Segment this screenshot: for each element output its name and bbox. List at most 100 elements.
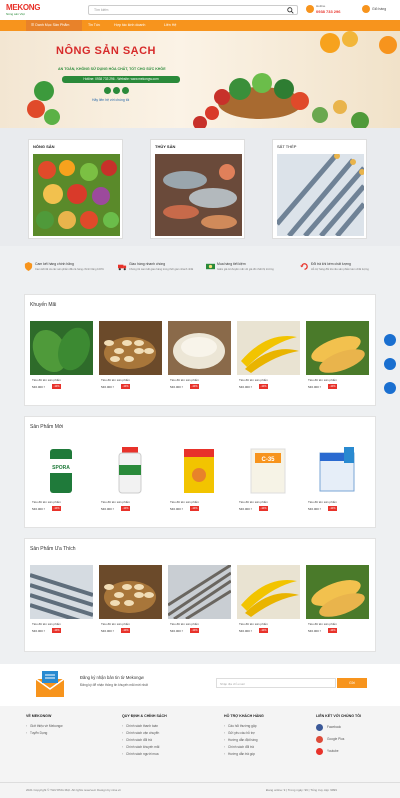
youtube-icon[interactable] (122, 87, 129, 94)
feature-desc: Cam kết tất cả các sản phẩm đều là hàng … (35, 268, 104, 271)
phone-float-button[interactable] (384, 358, 396, 370)
search-input[interactable]: Tìm kiếm (88, 5, 298, 15)
footer-youtube-link[interactable]: Youtube (316, 747, 361, 759)
cart-icon (362, 5, 370, 13)
newsletter-submit-button[interactable]: Gửi (337, 678, 367, 688)
steel-pipes-image (30, 565, 93, 619)
product-price: 546.000 ₫ (308, 385, 322, 389)
twitter-icon[interactable] (113, 87, 120, 94)
hero-banner[interactable]: NÔNG SẢN SẠCH AN TOÀN, KHÔNG SỬ DỤNG HÓA… (0, 31, 400, 128)
footer-link[interactable]: Câu hỏi thường gặp (224, 723, 264, 730)
nav-item-partnership[interactable]: Hợp tác kinh doanh (114, 20, 145, 31)
banner-hotline-bar: Hotline: 0938 733 296 - Website: www.mek… (62, 76, 180, 83)
chat-float-button[interactable] (384, 382, 396, 394)
messenger-float-button[interactable] (384, 334, 396, 346)
section-title: Khuyến Mãi (30, 302, 57, 308)
site-logo[interactable]: MEKONG Nông sản Việt (6, 3, 41, 17)
product-price: 546.000 ₫ (170, 385, 184, 389)
product-card[interactable]: Tiêu đề tên sản phẩm 546.000 ₫ -10% (99, 321, 162, 393)
footer-link[interactable]: Hướng dẫn đặt hàng (224, 737, 264, 744)
nav-item-contact[interactable]: Liên Hệ (164, 20, 176, 31)
section-title: Sản Phẩm Ưa Thích (30, 546, 76, 552)
discount-badge: -10% (328, 506, 337, 511)
hotline-number: 0938 733 296 (316, 9, 341, 14)
product-card[interactable]: Tiêu đề tên sản phẩm 546.000 ₫ -10% (99, 565, 162, 637)
product-card[interactable]: Tiêu đề tên sản phẩm 546.000 ₫ -10% (168, 565, 231, 637)
facebook-icon (316, 724, 323, 731)
footer-heading: LIÊN KẾT VỚI CHÚNG TÔI (316, 714, 361, 718)
footer-heading: QUY ĐỊNH & CHÍNH SÁCH (122, 714, 167, 718)
blue-box-image (306, 443, 369, 497)
product-price: 546.000 ₫ (101, 385, 115, 389)
product-card[interactable]: Tiêu đề tên sản phẩm 546.000 ₫ -10% (306, 565, 369, 637)
product-card[interactable]: Tiêu đề tên sản phẩm 546.000 ₫ -10% (237, 321, 300, 393)
product-price: 546.000 ₫ (308, 507, 322, 511)
visitor-stats: Đang online: 9 | Trong ngày: 99 | Tổng t… (266, 788, 337, 792)
product-card[interactable]: Tiêu đề tên sản phẩm 546.000 ₫ -10% (306, 443, 369, 515)
product-price: 546.000 ₫ (239, 507, 253, 511)
product-card[interactable]: Tiêu đề tên sản phẩm 546.000 ₫ -10% (237, 565, 300, 637)
product-price: 546.000 ₫ (308, 629, 322, 633)
facebook-icon[interactable] (104, 87, 111, 94)
newsletter-desc: Đăng ký để nhận thông tin khuyến mãi mới… (80, 683, 148, 687)
feature-title: Cam kết hàng chính hãng (35, 262, 74, 266)
product-card[interactable]: Tiêu đề tên sản phẩm 546.000 ₫ -10% (168, 443, 231, 515)
cart-button[interactable]: Giỏ hàng (362, 4, 398, 16)
footer-connect: LIÊN KẾT VỚI CHÚNG TÔI Facebook Google P… (316, 714, 361, 759)
feature-title: Đổi trả khi kém chất lượng (311, 262, 351, 266)
footer-policy: QUY ĐỊNH & CHÍNH SÁCH Chính sách thanh t… (122, 714, 167, 758)
feature-savings: Mua hàng tiết kiệm Giảm giá & khuyến mãi… (206, 260, 294, 280)
discount-badge: -10% (190, 384, 199, 389)
product-card[interactable]: Tiêu đề tên sản phẩm 546.000 ₫ -10% (306, 321, 369, 393)
product-name: Tiêu đề tên sản phẩm (32, 378, 61, 382)
footer-link[interactable]: Tuyển Dụng (26, 730, 63, 737)
main-nav: ☰ Danh Mục Sản Phẩm Tin Tức Hợp tác kinh… (0, 20, 400, 31)
product-name: Tiêu đề tên sản phẩm (101, 378, 130, 382)
footer-link[interactable]: Chính sách đổi trả (122, 737, 167, 744)
footer-link[interactable]: Chính sách khuyến mãi (122, 744, 167, 751)
footer-googleplus-link[interactable]: Google Plus (316, 735, 361, 747)
feature-return: Đổi trả khi kém chất lượng Hỗ trợ hàng đ… (300, 260, 388, 280)
copyright-text: 2021 Copyright © THƯƠNG MẠI. All rights … (26, 788, 121, 792)
footer-link[interactable]: Giới thiệu về Mekongw (26, 723, 63, 730)
footer-link[interactable]: Chính sách người mua (122, 751, 167, 758)
footer-heading: HỖ TRỢ KHÁCH HÀNG (224, 714, 264, 718)
footer-link[interactable]: Gửi yêu cầu hỗ trợ (224, 730, 264, 737)
discount-badge: -10% (121, 384, 130, 389)
cart-label: Giỏ hàng (372, 7, 387, 11)
feature-genuine: Cam kết hàng chính hãng Cam kết tất cả c… (24, 260, 112, 280)
category-menu-button[interactable]: ☰ Danh Mục Sản Phẩm (26, 20, 82, 31)
product-card[interactable]: Tiêu đề tên sản phẩm 546.000 ₫ -10% (168, 321, 231, 393)
hotline[interactable]: Hotline 0938 733 296 (306, 4, 358, 16)
product-price: 546.000 ₫ (32, 385, 46, 389)
footer-link[interactable]: Chính sách vận chuyển (122, 730, 167, 737)
category-cards: NÔNG SẢN THỦY SẢN SẮT THÉP (0, 128, 400, 246)
category-card-seafood[interactable]: THỦY SẢN (150, 139, 245, 239)
footer-link[interactable]: Chính sách đổi trả (224, 744, 264, 751)
product-card[interactable]: Tiêu đề tên sản phẩm 546.000 ₫ -10% (30, 321, 93, 393)
footer-link[interactable]: Hướng dẫn trả góp (224, 751, 264, 758)
footer-link[interactable]: Chính sách thanh toán (122, 723, 167, 730)
google-plus-icon (316, 736, 323, 743)
site-header: MEKONG Nông sản Việt Tìm kiếm Hotline 09… (0, 0, 400, 20)
product-card[interactable]: Tiêu đề tên sản phẩm 546.000 ₫ -10% (99, 443, 162, 515)
newsletter-title: Đăng ký nhận bản tin từ Mekongw (80, 675, 144, 680)
section-title: Sản Phẩm Mới (30, 424, 64, 430)
footer-facebook-link[interactable]: Facebook (316, 723, 361, 735)
category-card-steel[interactable]: SẮT THÉP (272, 139, 367, 239)
newsletter: Đăng ký nhận bản tin từ Mekongw Đăng ký … (0, 664, 400, 706)
search-icon[interactable] (287, 7, 294, 14)
nav-item-news[interactable]: Tin Tức (88, 20, 100, 31)
footer-about: VỀ MEKONGW Giới thiệu về Mekongw Tuyển D… (26, 714, 63, 737)
category-card-agriculture[interactable]: NÔNG SẢN (28, 139, 123, 239)
steel-pipes-image (277, 154, 364, 236)
banner-social-icons (104, 87, 134, 95)
rice-image (168, 321, 231, 375)
truck-icon (118, 264, 127, 271)
section-favorite-products: Sản Phẩm Ưa Thích Tiêu đề tên sản phẩm 54… (24, 538, 376, 652)
newsletter-email-input[interactable]: Nhập địa chỉ email (216, 678, 336, 688)
product-card[interactable]: Tiêu đề tên sản phẩm 546.000 ₫ -10% (30, 565, 93, 637)
product-card[interactable]: SPORA Tiêu đề tên sản phẩm 546.000 ₫ -10% (30, 443, 93, 515)
discount-badge: -10% (190, 506, 199, 511)
product-card[interactable]: C-35 Tiêu đề tên sản phẩm 546.000 ₫ -10% (237, 443, 300, 515)
